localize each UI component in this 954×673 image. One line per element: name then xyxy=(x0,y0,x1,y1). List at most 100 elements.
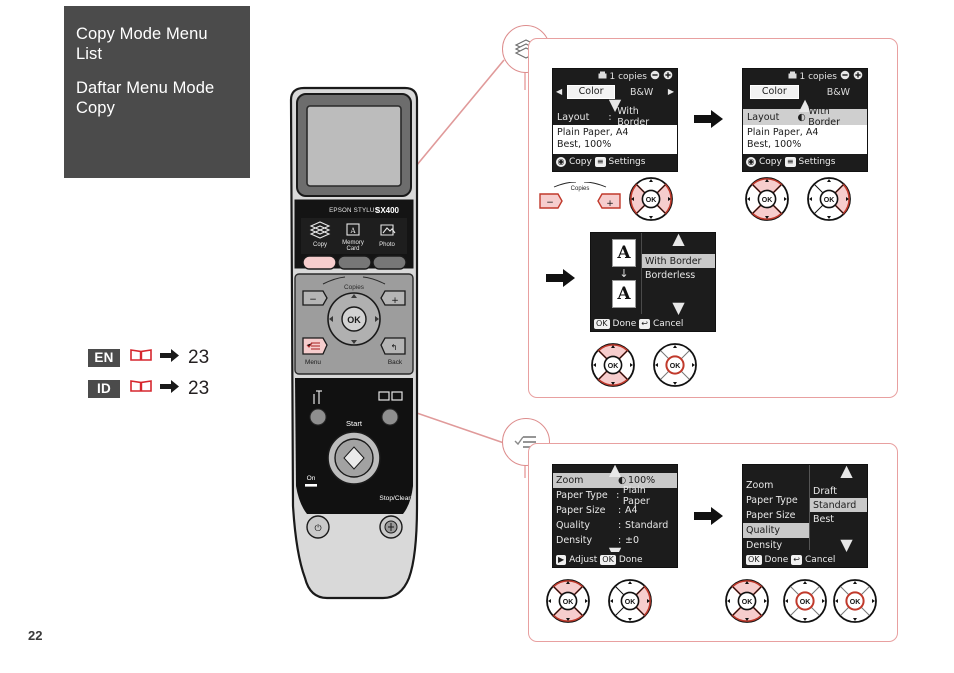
paper-line-2: Best, 100% xyxy=(747,138,802,150)
footer-cancel-label: Cancel xyxy=(652,318,684,329)
back-key-icon: ↩ xyxy=(639,318,650,329)
settings-key-icon: ≡ xyxy=(784,156,796,167)
right-arrow-icon: ▶ xyxy=(667,87,674,96)
paper-line-2: Best, 100% xyxy=(557,138,612,150)
mode-color: Color xyxy=(749,85,799,99)
right-key-icon: ▶ xyxy=(556,554,567,565)
setting-sep: : xyxy=(616,490,620,501)
scroll-up-icon[interactable]: ▲ xyxy=(553,465,677,479)
svg-text:OK: OK xyxy=(742,599,753,606)
quality-option-list[interactable]: ▲ Draft Standard Best ▼ xyxy=(809,465,867,554)
svg-text:OK: OK xyxy=(670,363,681,370)
printer-icon xyxy=(598,71,607,83)
step-arrow-icon xyxy=(694,505,724,531)
setting-key: Quality xyxy=(556,520,590,531)
setting-value: ±0 xyxy=(625,535,640,546)
dpad-right-highlight: OK xyxy=(806,176,852,227)
svg-text:↰: ↰ xyxy=(391,343,398,352)
layout-option-borderless[interactable]: Borderless xyxy=(642,268,715,282)
svg-text:SX400: SX400 xyxy=(375,206,400,215)
paper-info: Plain Paper, A4 Best, 100% xyxy=(553,125,677,154)
svg-text:Photo: Photo xyxy=(379,242,395,248)
preview-page-bottom: A xyxy=(612,280,636,308)
setting-value: Plain Paper xyxy=(622,484,650,507)
step-arrow-icon xyxy=(546,267,576,293)
lcd-footer: ◉ Copy ≡ Settings xyxy=(553,154,677,169)
footer-cancel-label: Cancel xyxy=(804,554,836,565)
setting-key: Paper Type xyxy=(556,490,608,501)
back-key-icon: ↩ xyxy=(791,554,802,565)
preview-arrow-icon: ↓ xyxy=(619,267,629,280)
quality-option-draft[interactable]: Draft xyxy=(810,484,867,498)
layout-option-with-border[interactable]: With Border xyxy=(642,254,715,268)
footer-copy-label: Copy xyxy=(569,156,592,167)
lcd-layout-choice: A ↓ A ▲ With Border Borderless ▼ OK Done… xyxy=(590,232,716,332)
quality-option-standard[interactable]: Standard xyxy=(810,498,867,512)
scroll-up-icon[interactable]: ▲ xyxy=(642,233,715,248)
svg-text:+: + xyxy=(391,296,399,306)
svg-text:⏻: ⏻ xyxy=(314,523,321,534)
plus-circle-icon xyxy=(853,70,863,83)
svg-text:−: − xyxy=(309,295,317,305)
svg-text:Copy: Copy xyxy=(313,242,327,248)
scroll-down-icon[interactable]: ▼ xyxy=(810,535,867,554)
copy-key-icon: ◉ xyxy=(556,156,566,167)
copies-bar: 1 copies xyxy=(743,69,867,84)
ok-key-icon: OK xyxy=(600,554,616,565)
layout-option-list[interactable]: ▲ With Border Borderless ▼ xyxy=(641,233,715,317)
quality-option-best[interactable]: Best xyxy=(810,512,867,526)
setting-key: Paper Size xyxy=(746,510,796,521)
left-arrow-icon: ◀ xyxy=(556,87,563,96)
setting-value: A4 xyxy=(625,505,638,516)
lcd-quality-dropdown: Zoom Paper Type Paper Size Quality Densi… xyxy=(742,464,868,568)
paper-line-1: Plain Paper, A4 xyxy=(747,127,819,138)
svg-text:+: + xyxy=(606,199,614,209)
copy-key-icon: ◉ xyxy=(746,156,756,167)
svg-text:On: On xyxy=(307,475,316,482)
svg-text:Copies: Copies xyxy=(571,186,590,192)
lcd-copy-layout-highlighted: 1 copies Color B&W ▲ Layout ◐ With Borde… xyxy=(742,68,868,172)
svg-text:OK: OK xyxy=(646,197,657,204)
dpad-up-down-highlight: OK xyxy=(590,342,636,393)
lcd-footer: ◉ Copy ≡ Settings xyxy=(743,154,867,169)
dpad-up-down-highlight: OK xyxy=(545,578,591,629)
footer-settings-label: Settings xyxy=(798,156,836,167)
svg-text:−: − xyxy=(546,198,554,208)
minus-circle-icon xyxy=(650,70,660,83)
layout-sep: : xyxy=(608,111,612,123)
mode-bw: B&W xyxy=(630,86,654,98)
mode-bw: B&W xyxy=(826,86,851,98)
copies-value: 1 copies xyxy=(609,71,647,82)
dpad-ok-highlight: OK xyxy=(652,342,698,393)
copies-bar: 1 copies xyxy=(553,69,677,84)
svg-text:OK: OK xyxy=(563,599,574,606)
lcd-settings-list: ▲ Zoom ◐ 100% Paper Type : Plain Paper P… xyxy=(552,464,678,568)
dpad-ok-highlight: OK xyxy=(832,578,878,629)
dpad-ok-highlight: OK xyxy=(782,578,828,629)
svg-text:OK: OK xyxy=(824,197,835,204)
footer-adjust-label: Adjust xyxy=(569,554,598,565)
plus-circle-icon xyxy=(663,70,673,83)
svg-text:Copies: Copies xyxy=(344,284,364,291)
scroll-down-icon[interactable]: ▼ xyxy=(642,298,715,317)
dpad-right-highlight: OK xyxy=(607,578,653,629)
svg-text:OK: OK xyxy=(625,599,636,606)
setting-key: Paper Size xyxy=(556,505,606,516)
layout-bullet-icon: ◐ xyxy=(797,111,806,123)
setting-sep: : xyxy=(618,505,622,516)
svg-text:EPSON STYLUS: EPSON STYLUS xyxy=(329,207,379,214)
setting-row-quality[interactable]: Quality : Standard xyxy=(553,518,677,533)
svg-text:OK: OK xyxy=(608,363,619,370)
layout-row: Layout : With Border xyxy=(553,106,677,128)
setting-key: Density xyxy=(746,540,783,551)
footer-done-label: Done xyxy=(618,554,643,565)
lcd-copy-home: 1 copies ◀ Color B&W ▶ ▼ Layout : With B… xyxy=(552,68,678,172)
dpad-up-down-highlight: OK xyxy=(724,578,770,629)
printer-control-panel-illustration: EPSON STYLUS SX400 A Copy Memory Card Ph… xyxy=(283,86,433,606)
setting-key: Zoom xyxy=(746,480,774,491)
paper-line-1: Plain Paper, A4 xyxy=(557,127,629,138)
setting-row-paper-type[interactable]: Paper Type : Plain Paper xyxy=(553,485,677,507)
ok-key-icon: OK xyxy=(746,554,762,565)
footer-done-label: Done xyxy=(612,318,637,329)
scroll-up-icon[interactable]: ▲ xyxy=(810,465,867,480)
